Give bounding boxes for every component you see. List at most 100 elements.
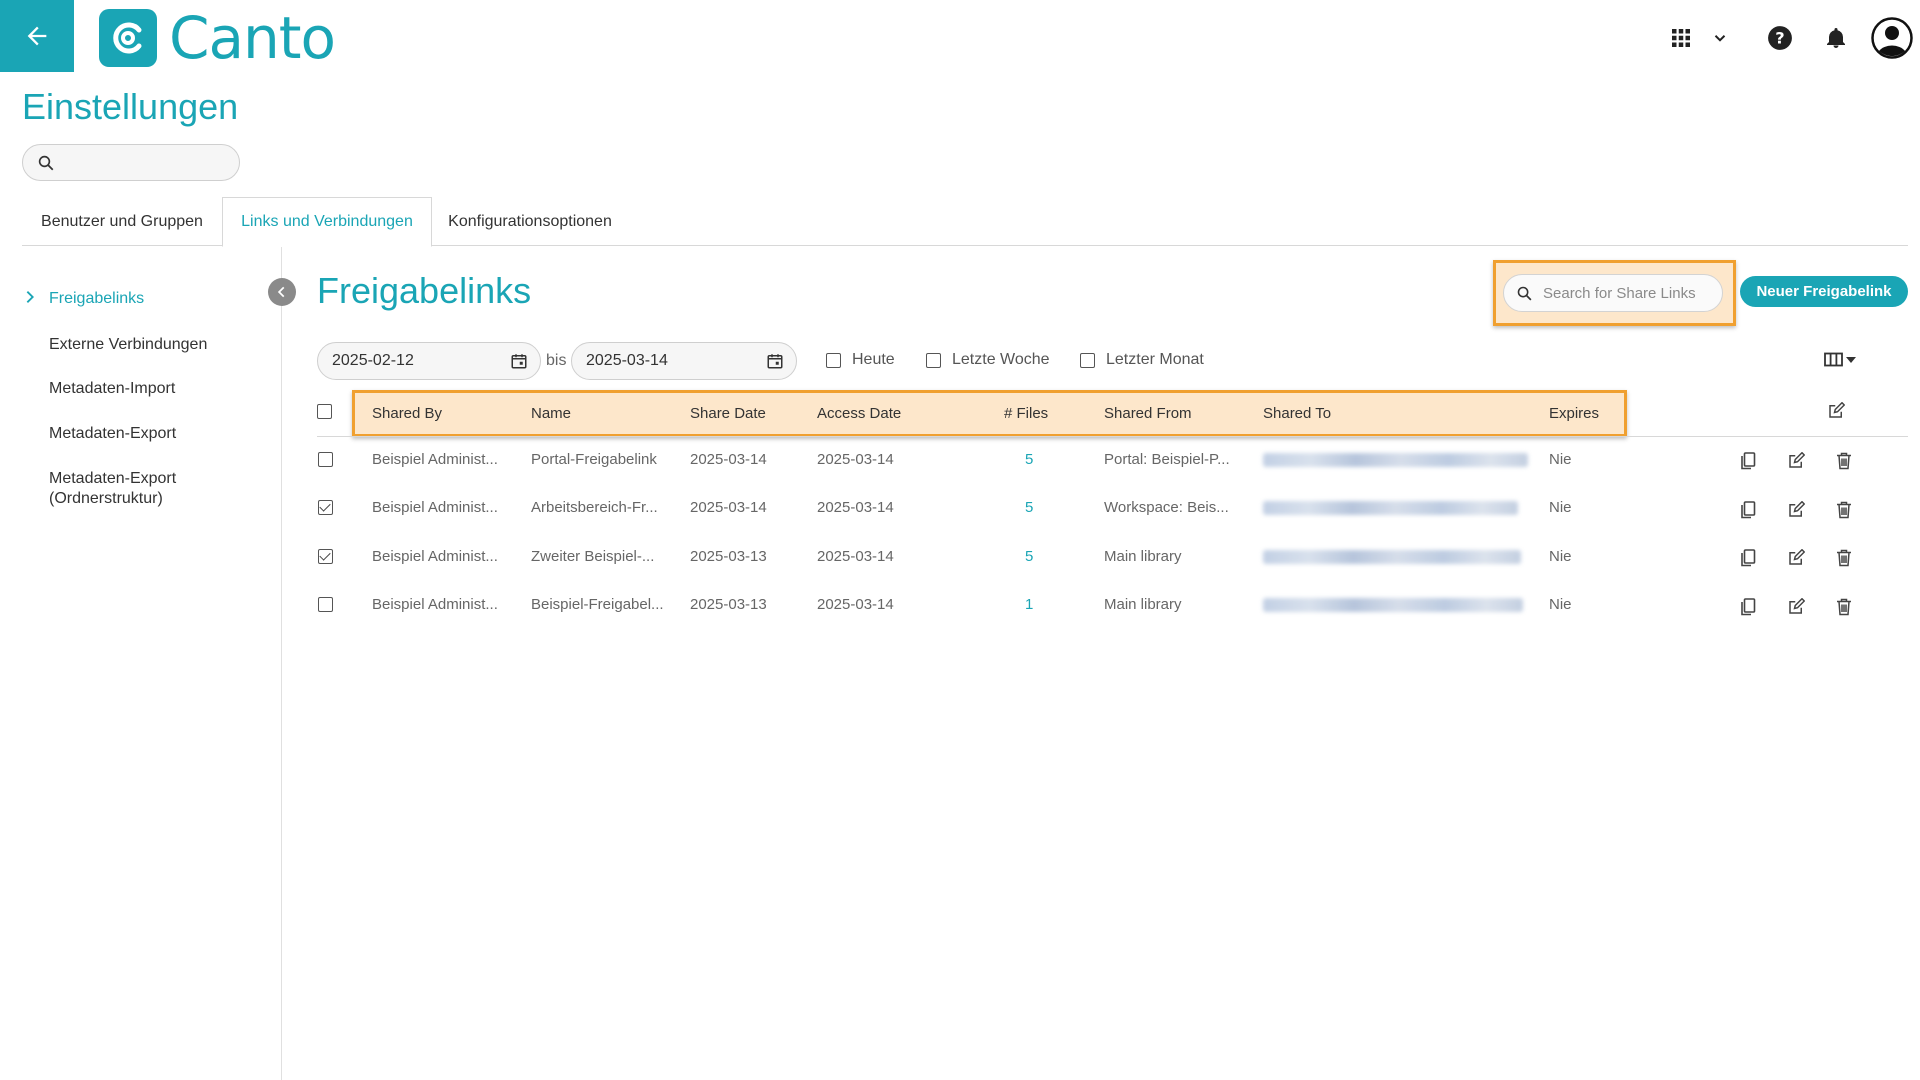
- copy-icon: [1741, 549, 1756, 567]
- sidebar-item-metadaten-export[interactable]: Metadaten-Export: [49, 424, 176, 444]
- cell-shared-to-blurred: [1263, 501, 1518, 515]
- column-header-shared-from[interactable]: Shared From: [1104, 405, 1192, 422]
- delete-link-button[interactable]: [1834, 548, 1854, 568]
- canto-logo: Canto: [99, 9, 336, 67]
- section-title: Freigabelinks: [317, 270, 532, 311]
- cell-shared-from: Main library: [1104, 596, 1182, 613]
- delete-link-button[interactable]: [1834, 500, 1854, 520]
- cell-shared-by: Beispiel Administ...: [372, 451, 498, 468]
- cell-files[interactable]: 5: [1025, 548, 1033, 565]
- sidebar-collapse-button[interactable]: [268, 278, 296, 306]
- new-share-link-button[interactable]: Neuer Freigabelink: [1740, 276, 1908, 307]
- edit-link-button[interactable]: [1786, 597, 1806, 617]
- cell-shared-to-blurred: [1263, 598, 1523, 612]
- column-header-files[interactable]: # Files: [1004, 405, 1048, 422]
- row-checkbox[interactable]: [318, 597, 333, 612]
- cell-files[interactable]: 1: [1025, 596, 1033, 613]
- date-to-value: 2025-03-14: [586, 352, 668, 369]
- cell-name[interactable]: Portal-Freigabelink: [531, 451, 657, 468]
- sidebar-item-label: Metadaten-Export: [49, 470, 177, 487]
- copy-link-button[interactable]: [1738, 548, 1758, 568]
- cell-shared-to-blurred: [1263, 453, 1528, 467]
- date-to-field[interactable]: 2025-03-14: [571, 342, 797, 380]
- sidebar-item-metadaten-export-ordnerstruktur[interactable]: Metadaten-Export (Ordnerstruktur): [49, 469, 176, 509]
- edit-link-button[interactable]: [1786, 500, 1806, 520]
- column-header-expires[interactable]: Expires: [1549, 405, 1599, 422]
- cell-files[interactable]: 5: [1025, 451, 1033, 468]
- top-bar: Canto ?: [0, 0, 1920, 72]
- column-header-shared-by[interactable]: Shared By: [372, 405, 442, 422]
- filter-letzte-woche-checkbox[interactable]: [926, 352, 941, 368]
- help-icon: ?: [1768, 26, 1792, 50]
- filter-letzte-woche[interactable]: Letzte Woche: [926, 351, 1050, 369]
- settings-tabs: Benutzer und Gruppen Links und Verbindun…: [22, 197, 1908, 247]
- column-header-name[interactable]: Name: [531, 405, 571, 422]
- chevron-left-icon: [277, 286, 285, 298]
- bell-icon: [1827, 28, 1845, 48]
- edit-link-button[interactable]: [1786, 548, 1806, 568]
- sidebar-item-externe-verbindungen[interactable]: Externe Verbindungen: [49, 335, 207, 355]
- cell-expires: Nie: [1549, 499, 1572, 516]
- cell-shared-from: Portal: Beispiel-P...: [1104, 451, 1230, 468]
- column-header-access-date[interactable]: Access Date: [817, 405, 901, 422]
- delete-link-button[interactable]: [1834, 451, 1854, 471]
- copy-link-button[interactable]: [1738, 451, 1758, 471]
- cell-name[interactable]: Arbeitsbereich-Fr...: [531, 499, 658, 516]
- tab-links-und-verbindungen[interactable]: Links und Verbindungen: [222, 197, 432, 247]
- cell-files[interactable]: 5: [1025, 499, 1033, 516]
- apps-grid-button[interactable]: [1666, 18, 1696, 58]
- column-chooser-button[interactable]: [1824, 352, 1856, 367]
- row-checkbox[interactable]: [318, 549, 333, 564]
- canto-logo-mark: [99, 9, 157, 67]
- user-avatar-icon: [1871, 17, 1913, 59]
- cell-name[interactable]: Zweiter Beispiel-...: [531, 548, 654, 565]
- copy-icon: [1741, 452, 1756, 470]
- chevron-down-icon: [1714, 35, 1726, 42]
- filter-letzter-monat[interactable]: Letzter Monat: [1080, 351, 1204, 369]
- select-all-checkbox[interactable]: [317, 404, 332, 419]
- account-button[interactable]: [1870, 17, 1914, 59]
- global-search-input[interactable]: [63, 154, 233, 171]
- cell-name[interactable]: Beispiel-Freigabel...: [531, 596, 664, 613]
- cell-access-date: 2025-03-14: [817, 596, 894, 613]
- filter-letzte-woche-label: Letzte Woche: [952, 351, 1050, 368]
- copy-link-button[interactable]: [1738, 500, 1758, 520]
- apps-dropdown-button[interactable]: [1706, 18, 1734, 58]
- tab-benutzer-und-gruppen[interactable]: Benutzer und Gruppen: [22, 197, 222, 246]
- svg-text:?: ?: [1775, 29, 1784, 48]
- global-search: [22, 144, 240, 181]
- back-button[interactable]: [0, 0, 74, 72]
- help-button[interactable]: ?: [1764, 18, 1796, 58]
- edit-icon[interactable]: [1827, 402, 1845, 420]
- columns-icon: [1824, 352, 1843, 367]
- filter-heute[interactable]: Heute: [826, 351, 895, 369]
- sidebar-item-freigabelinks[interactable]: Freigabelinks: [49, 289, 144, 309]
- row-checkbox[interactable]: [318, 452, 333, 467]
- search-icon: [1517, 286, 1532, 300]
- edit-icon: [1789, 549, 1805, 565]
- edit-icon: [1789, 452, 1805, 468]
- date-from-field[interactable]: 2025-02-12: [317, 342, 541, 380]
- trash-icon: [1837, 598, 1851, 616]
- share-links-search-input[interactable]: [1543, 284, 1715, 302]
- column-header-share-date[interactable]: Share Date: [690, 405, 766, 422]
- share-links-search: [1503, 274, 1723, 312]
- calendar-icon[interactable]: [766, 352, 784, 370]
- tab-konfigurationsoptionen[interactable]: Konfigurationsoptionen: [432, 197, 628, 246]
- filter-letzter-monat-checkbox[interactable]: [1080, 352, 1095, 368]
- table-header-divider: [317, 436, 1908, 437]
- filter-heute-checkbox[interactable]: [826, 352, 841, 368]
- column-header-shared-to[interactable]: Shared To: [1263, 405, 1331, 422]
- row-checkbox[interactable]: [318, 500, 333, 515]
- search-icon: [38, 155, 54, 170]
- delete-link-button[interactable]: [1834, 597, 1854, 617]
- calendar-icon[interactable]: [510, 352, 528, 370]
- notifications-button[interactable]: [1820, 18, 1852, 58]
- edit-link-button[interactable]: [1786, 451, 1806, 471]
- copy-link-button[interactable]: [1738, 597, 1758, 617]
- filter-heute-label: Heute: [852, 351, 895, 368]
- cell-shared-from: Main library: [1104, 548, 1182, 565]
- sidebar-item-label-second-line: (Ordnerstruktur): [49, 490, 163, 507]
- cell-share-date: 2025-03-14: [690, 499, 767, 516]
- sidebar-item-metadaten-import[interactable]: Metadaten-Import: [49, 379, 175, 399]
